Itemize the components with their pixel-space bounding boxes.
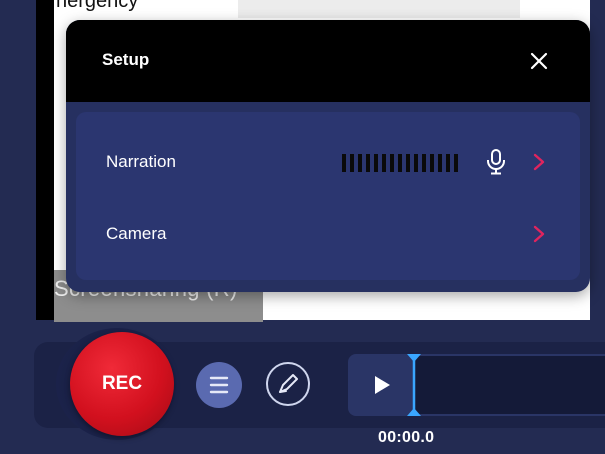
close-icon: [530, 52, 548, 70]
menu-icon: [209, 376, 229, 394]
narration-row[interactable]: Narration: [76, 132, 580, 192]
meter-bar: [454, 154, 458, 172]
record-button[interactable]: REC: [70, 332, 174, 436]
meter-bar: [414, 154, 418, 172]
background-top-panel: [238, 0, 520, 18]
chevron-right-icon[interactable]: [530, 150, 548, 174]
microphone-icon[interactable]: [484, 148, 508, 176]
meter-bar: [382, 154, 386, 172]
background-left-margin: [0, 0, 36, 320]
meter-bar: [422, 154, 426, 172]
playhead-handle[interactable]: [405, 352, 423, 418]
draw-button[interactable]: [266, 362, 310, 406]
time-readout: 00:00.0: [378, 429, 435, 446]
setup-dialog: Setup Narration Camera: [66, 20, 590, 292]
background-right-margin: [590, 0, 605, 320]
background-top-text: nergency: [56, 0, 139, 12]
setup-options-panel: Narration Camera: [76, 112, 580, 280]
narration-label: Narration: [106, 152, 176, 171]
camera-row[interactable]: Camera: [76, 204, 580, 264]
meter-bar: [366, 154, 370, 172]
setup-dialog-header: Setup: [66, 20, 590, 102]
chevron-right-icon[interactable]: [530, 222, 548, 246]
meter-bar: [390, 154, 394, 172]
audio-level-meter: [342, 154, 458, 172]
menu-button[interactable]: [196, 362, 242, 408]
close-button[interactable]: [524, 46, 554, 76]
meter-bar: [398, 154, 402, 172]
meter-bar: [358, 154, 362, 172]
meter-bar: [342, 154, 346, 172]
play-icon[interactable]: [372, 374, 392, 396]
background-divider: [36, 0, 54, 320]
meter-bar: [374, 154, 378, 172]
setup-dialog-title: Setup: [102, 50, 150, 69]
pen-icon: [279, 374, 298, 393]
record-button-label: REC: [101, 373, 143, 394]
timeline-track[interactable]: [413, 354, 605, 416]
meter-bar: [438, 154, 442, 172]
meter-bar: [446, 154, 450, 172]
camera-label: Camera: [106, 224, 167, 243]
meter-bar: [350, 154, 354, 172]
meter-bar: [406, 154, 410, 172]
meter-bar: [430, 154, 434, 172]
